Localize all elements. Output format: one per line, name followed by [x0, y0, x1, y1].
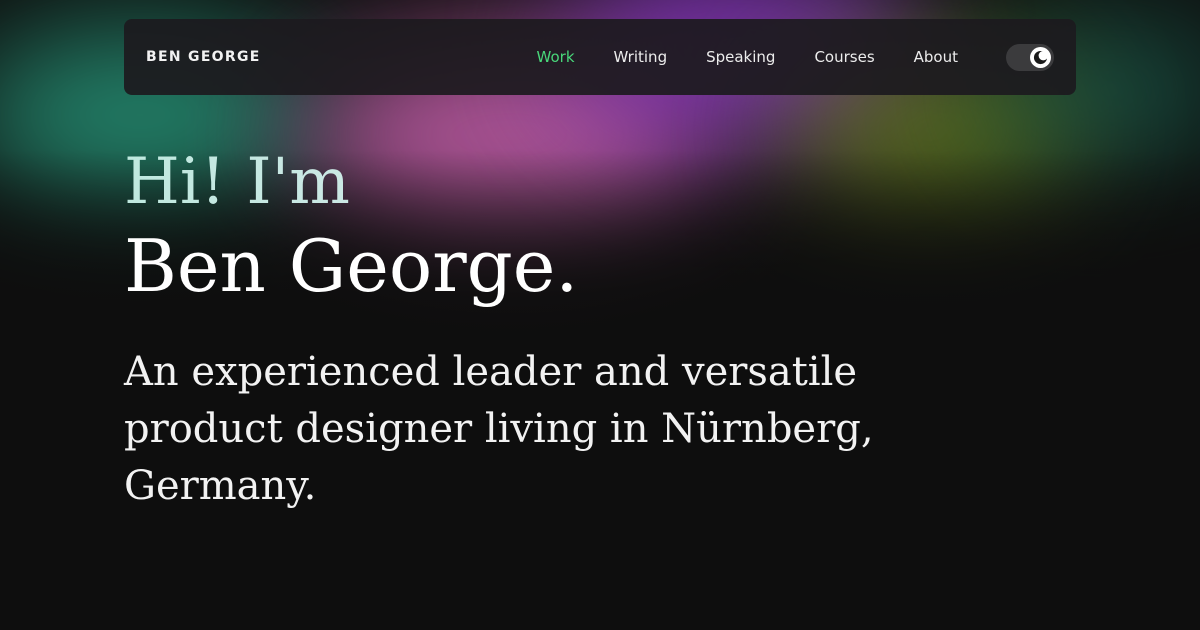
nav-links: Work Writing Speaking Courses About	[498, 48, 958, 66]
nav-item-about[interactable]: About	[914, 48, 958, 66]
toggle-knob	[1030, 46, 1051, 68]
hero-bio: An experienced leader and versatile prod…	[124, 349, 874, 509]
hero-name: Ben George.	[124, 224, 579, 308]
hero-greeting: Hi! I'm	[124, 142, 1124, 222]
nav-item-speaking[interactable]: Speaking	[706, 48, 775, 66]
nav-item-courses[interactable]: Courses	[814, 48, 874, 66]
brand-logo[interactable]: BEN GEORGE	[146, 49, 261, 65]
moon-icon	[1033, 50, 1048, 64]
navbar: BEN GEORGE Work Writing Speaking Courses…	[124, 19, 1076, 95]
nav-item-writing[interactable]: Writing	[614, 48, 668, 66]
nav-item-work[interactable]: Work	[537, 48, 575, 66]
theme-toggle[interactable]	[1006, 43, 1054, 71]
hero: Hi! I'm Ben George. An experienced leade…	[124, 142, 1124, 555]
page: BEN GEORGE Work Writing Speaking Courses…	[0, 0, 1200, 630]
